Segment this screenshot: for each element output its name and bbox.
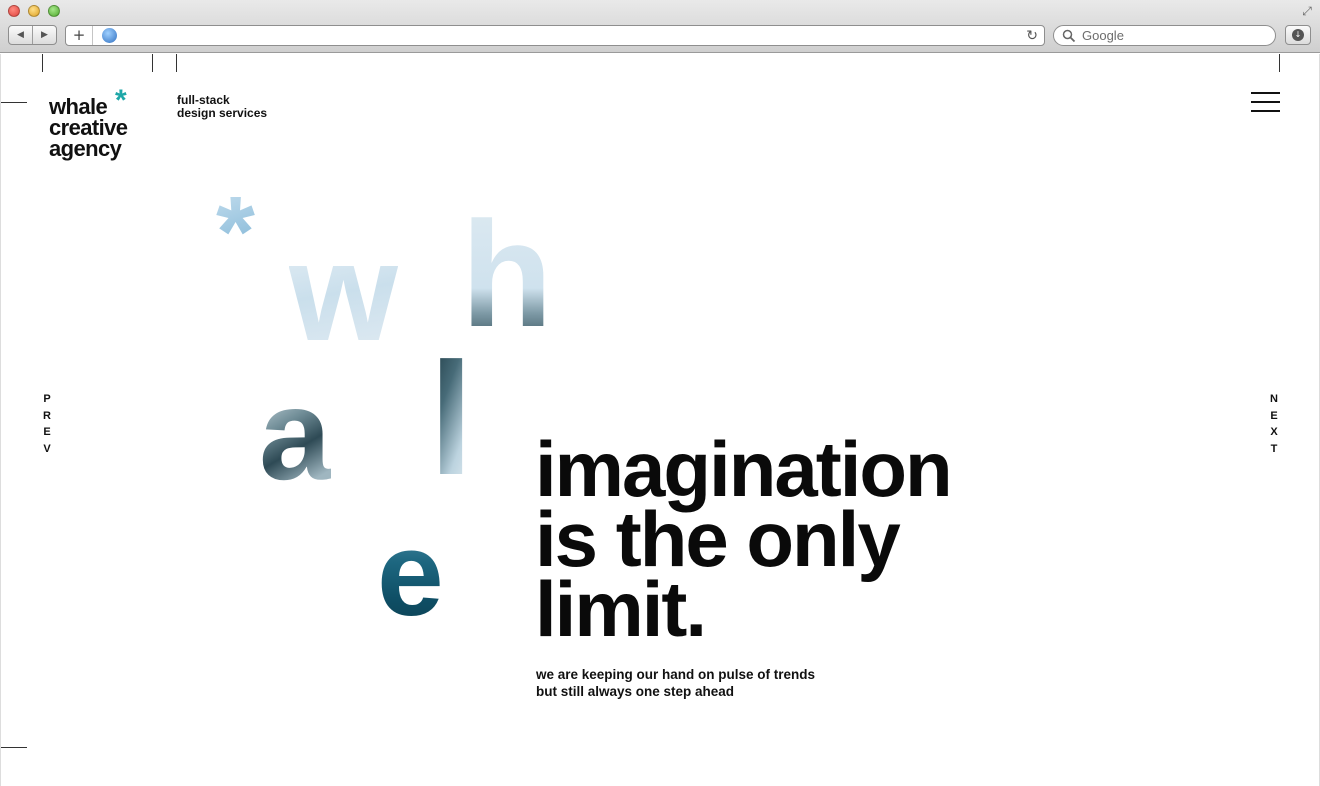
- next-letter: T: [1270, 442, 1278, 455]
- hero-headline: imagination is the only limit.: [535, 425, 953, 653]
- hero-letter-asterisk: *: [216, 176, 255, 288]
- decor-line: [1279, 54, 1280, 72]
- prev-letter: V: [43, 442, 51, 455]
- decor-line: [42, 54, 43, 72]
- browser-toolbar: ⤢ ◀ ▶ + ↻ Google ↓: [0, 0, 1320, 53]
- downloads-button[interactable]: ↓: [1285, 25, 1311, 45]
- hero-letter-e: e: [377, 507, 444, 641]
- site-logo[interactable]: whale creative agency *: [49, 86, 128, 161]
- minimize-window-button[interactable]: [28, 5, 40, 17]
- logo-asterisk-icon: *: [115, 84, 127, 117]
- back-button[interactable]: ◀: [9, 26, 33, 44]
- headline-line: is the only: [535, 495, 901, 583]
- window-controls: [8, 5, 60, 17]
- logo-line: agency: [49, 136, 122, 161]
- hero-letter-h: h: [461, 190, 553, 358]
- search-placeholder: Google: [1082, 28, 1124, 43]
- subline-line: but still always one step ahead: [536, 684, 735, 699]
- forward-button[interactable]: ▶: [33, 26, 56, 44]
- web-page: whale creative agency * full-stack desig…: [0, 54, 1320, 786]
- close-window-button[interactable]: [8, 5, 20, 17]
- hero-letter-l: l: [429, 329, 474, 508]
- next-letter: X: [1270, 426, 1278, 438]
- zoom-window-button[interactable]: [48, 5, 60, 17]
- tagline: full-stack design services: [177, 94, 267, 120]
- headline-line: imagination: [535, 425, 953, 513]
- next-letter: E: [1270, 409, 1278, 422]
- headline-line: limit.: [535, 565, 707, 653]
- hamburger-menu-icon[interactable]: [1251, 92, 1280, 112]
- globe-icon: [102, 28, 117, 43]
- search-field[interactable]: Google: [1053, 25, 1276, 46]
- prev-button[interactable]: P R E V: [41, 391, 53, 457]
- back-arrow-icon: ◀: [17, 30, 24, 40]
- tagline-line: design services: [177, 106, 268, 120]
- fullscreen-icon[interactable]: ⤢: [1300, 4, 1314, 18]
- hero-letter-a: a: [259, 361, 332, 507]
- prev-letter: P: [43, 393, 51, 405]
- decor-line: [1, 747, 27, 748]
- prev-letter: E: [43, 426, 51, 438]
- new-tab-button[interactable]: +: [66, 26, 93, 45]
- decor-line: [152, 54, 153, 72]
- forward-arrow-icon: ▶: [41, 30, 48, 40]
- prev-letter: R: [43, 409, 51, 422]
- search-icon: [1062, 29, 1076, 43]
- decor-line: [1, 102, 27, 103]
- reload-icon[interactable]: ↻: [1026, 27, 1038, 45]
- download-icon: ↓: [1292, 29, 1304, 41]
- decor-line: [176, 54, 177, 72]
- logo-line: creative: [49, 115, 128, 140]
- address-bar[interactable]: + ↻: [65, 25, 1045, 46]
- next-button[interactable]: N E X T: [1268, 391, 1280, 457]
- history-nav: ◀ ▶: [8, 25, 57, 45]
- next-letter: N: [1270, 393, 1278, 405]
- hero-subline: we are keeping our hand on pulse of tren…: [536, 666, 815, 700]
- hero-letter-w: w: [289, 213, 398, 370]
- subline-line: we are keeping our hand on pulse of tren…: [536, 667, 816, 682]
